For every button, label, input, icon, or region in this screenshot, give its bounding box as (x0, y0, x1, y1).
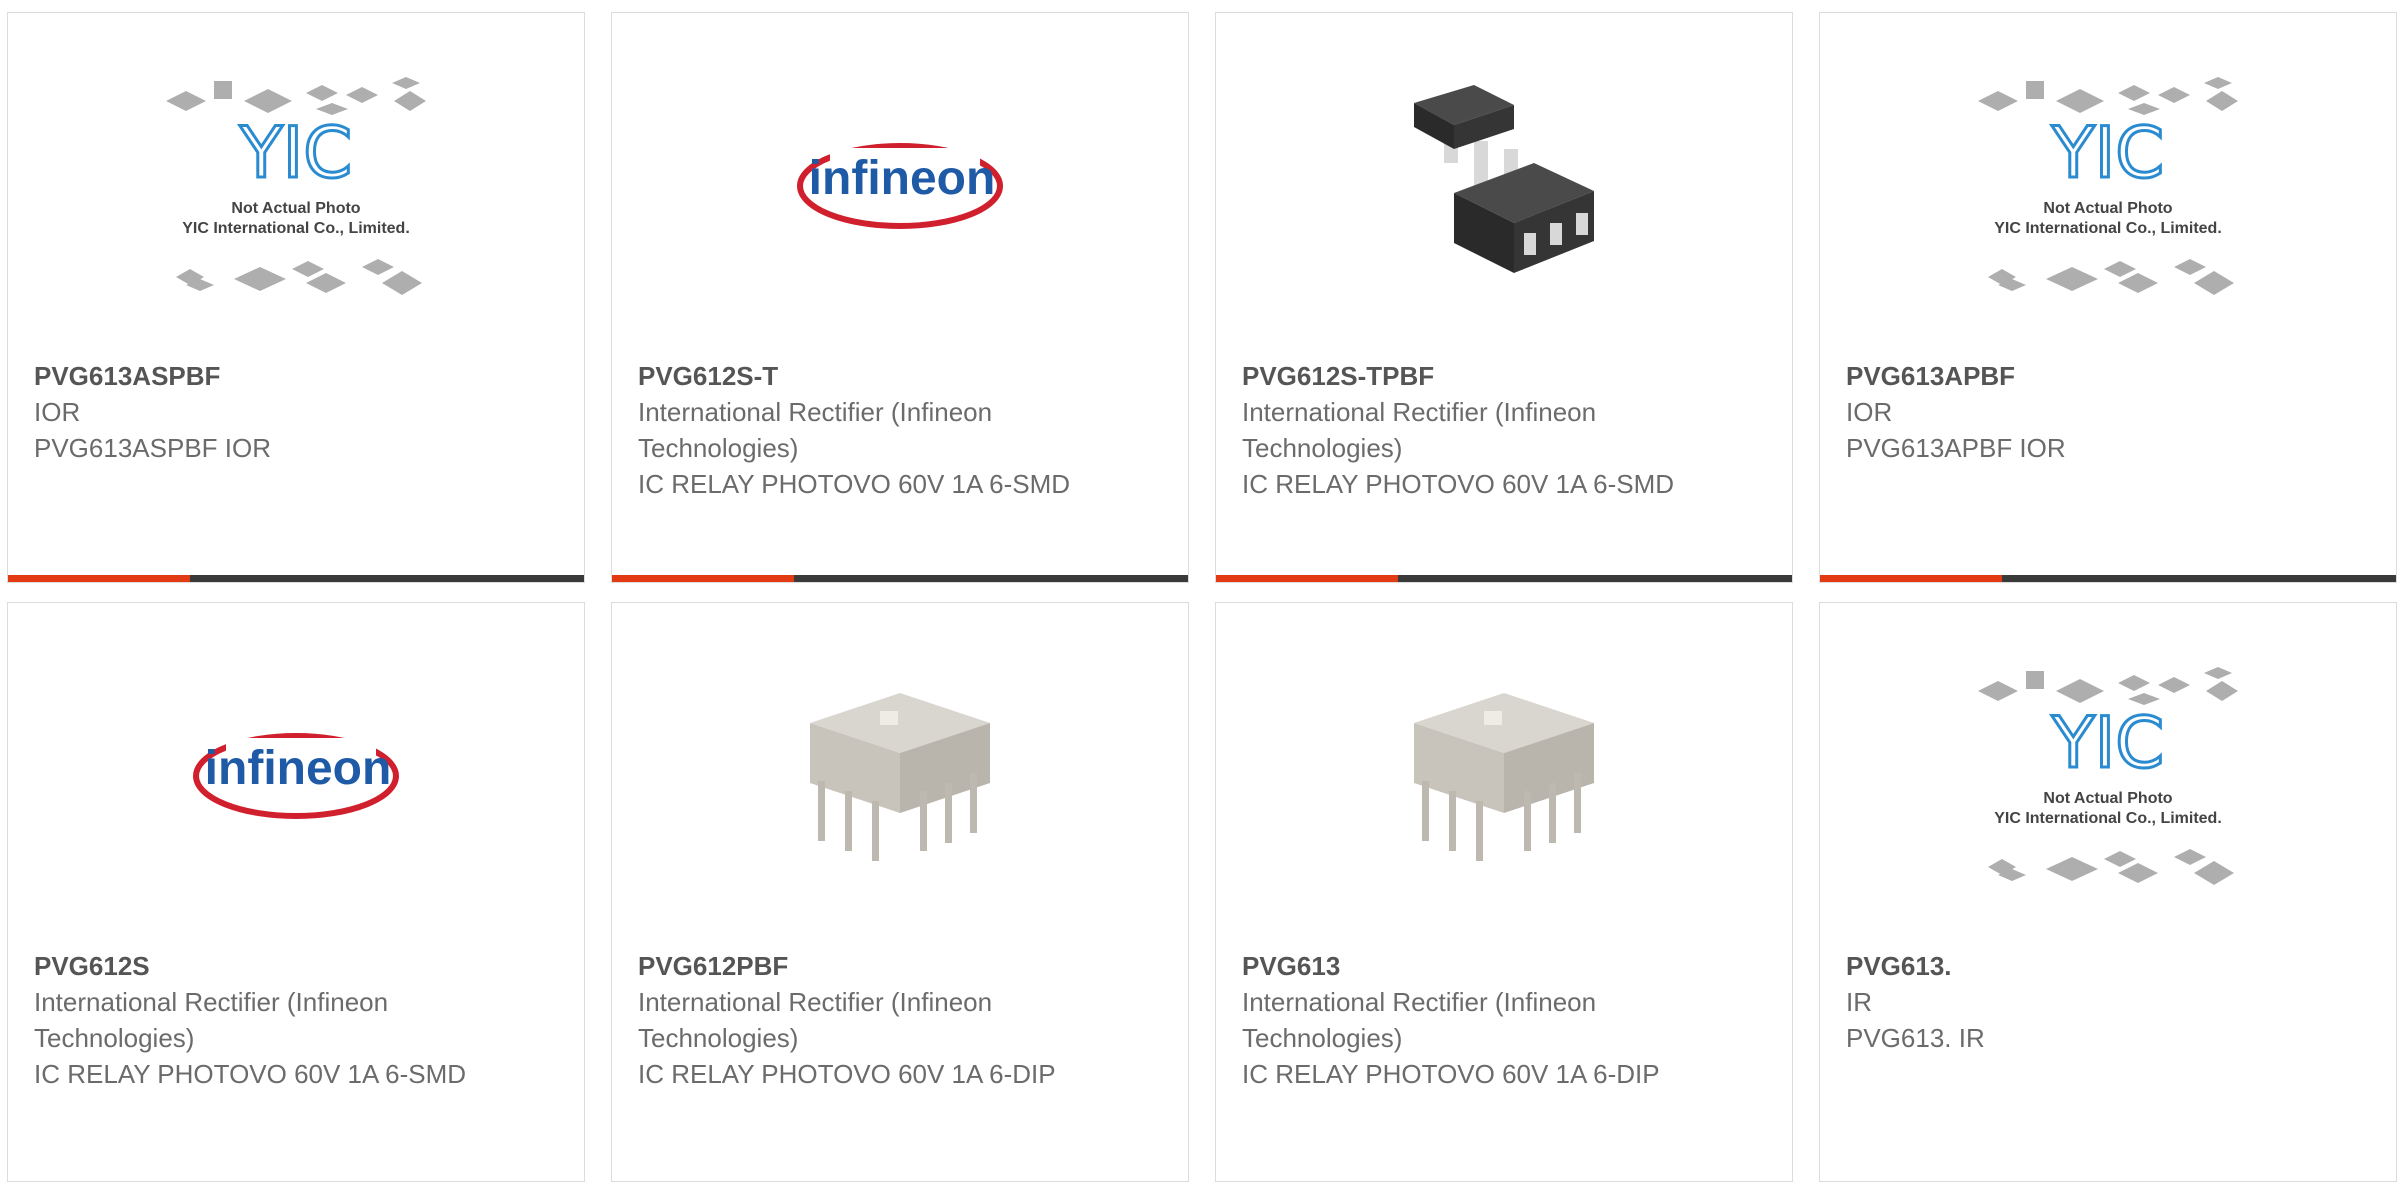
svg-text:Not Actual Photo: Not Actual Photo (2043, 790, 2172, 807)
manufacturer: International Rectifier (Infineon Techno… (1242, 397, 1597, 463)
dip-chip-image (1414, 693, 1594, 861)
part-number[interactable]: PVG613. (1846, 948, 2286, 984)
infineon-logo-image: infineon (193, 733, 399, 819)
manufacturer: International Rectifier (Infineon Techno… (1242, 987, 1597, 1053)
svg-text:Not Actual Photo: Not Actual Photo (231, 200, 360, 217)
part-number[interactable]: PVG613 (1242, 948, 1682, 984)
description: PVG613. IR (1846, 1023, 1985, 1053)
svg-text:infineon: infineon (205, 742, 392, 795)
description: IC RELAY PHOTOVO 60V 1A 6-SMD (1242, 469, 1675, 499)
description: PVG613ASPBF IOR (34, 433, 271, 463)
manufacturer: IR (1846, 987, 1872, 1017)
description: PVG613APBF IOR (1846, 433, 2066, 463)
part-number[interactable]: PVG612S (34, 948, 474, 984)
card-bottom-bar (1820, 575, 2396, 582)
product-card[interactable]: YIC Not Actual Photo YIC International C… (1819, 12, 2397, 583)
product-image[interactable]: infineon (8, 603, 584, 943)
yic-placeholder-image: YIC Not Actual Photo YIC International C… (1978, 77, 2238, 295)
product-card[interactable]: infineon PVG612S International Rectifier… (7, 602, 585, 1182)
yic-placeholder-image: YIC Not Actual Photo YIC International C… (1978, 667, 2238, 885)
product-image[interactable]: YIC Not Actual Photo YIC International C… (1820, 13, 2396, 353)
svg-text:YIC: YIC (2051, 702, 2164, 784)
svg-text:YIC International Co., Limited: YIC International Co., Limited. (1994, 220, 2222, 237)
part-number[interactable]: PVG613ASPBF (34, 358, 474, 394)
manufacturer: International Rectifier (Infineon Techno… (638, 397, 993, 463)
yic-placeholder-image: YIC Not Actual Photo YIC International C… (166, 77, 426, 295)
manufacturer: IOR (1846, 397, 1893, 427)
product-card[interactable]: YIC Not Actual Photo YIC International C… (1819, 602, 2397, 1182)
dip-chip-image (810, 693, 990, 861)
product-image[interactable]: YIC Not Actual Photo YIC International C… (8, 13, 584, 353)
product-card[interactable]: YIC Not Actual Photo YIC International C… (7, 12, 585, 583)
product-image[interactable] (1216, 603, 1792, 943)
description: IC RELAY PHOTOVO 60V 1A 6-SMD (638, 469, 1071, 499)
product-image[interactable]: YIC Not Actual Photo YIC International C… (1820, 603, 2396, 943)
manufacturer: International Rectifier (Infineon Techno… (34, 987, 389, 1053)
svg-text:infineon: infineon (809, 152, 996, 205)
description: IC RELAY PHOTOVO 60V 1A 6-SMD (34, 1059, 467, 1089)
infineon-logo-image: infineon (797, 143, 1003, 229)
card-bottom-bar (612, 575, 1188, 582)
svg-text:YIC: YIC (239, 112, 352, 194)
product-image[interactable] (1216, 13, 1792, 353)
product-card[interactable]: PVG612PBF International Rectifier (Infin… (611, 602, 1189, 1182)
part-number[interactable]: PVG613APBF (1846, 358, 2286, 394)
svg-text:YIC International Co., Limited: YIC International Co., Limited. (1994, 810, 2222, 827)
accent-bar (8, 575, 190, 582)
description: IC RELAY PHOTOVO 60V 1A 6-DIP (638, 1059, 1056, 1089)
product-card[interactable]: PVG613 International Rectifier (Infineon… (1215, 602, 1793, 1182)
accent-bar (612, 575, 794, 582)
card-bottom-bar (8, 575, 584, 582)
smd-chip-image (1414, 85, 1594, 273)
accent-bar (1216, 575, 1398, 582)
card-bottom-bar (1216, 575, 1792, 582)
description: IC RELAY PHOTOVO 60V 1A 6-DIP (1242, 1059, 1660, 1089)
product-card[interactable]: PVG612S-TPBF International Rectifier (In… (1215, 12, 1793, 583)
product-card[interactable]: infineon PVG612S-T International Rectifi… (611, 12, 1189, 583)
product-image[interactable] (612, 603, 1188, 943)
manufacturer: IOR (34, 397, 81, 427)
product-image[interactable]: infineon (612, 13, 1188, 353)
part-number[interactable]: PVG612S-TPBF (1242, 358, 1682, 394)
part-number[interactable]: PVG612PBF (638, 948, 1078, 984)
svg-text:YIC International Co., Limited: YIC International Co., Limited. (182, 220, 410, 237)
accent-bar (1820, 575, 2002, 582)
svg-text:Not Actual Photo: Not Actual Photo (2043, 200, 2172, 217)
part-number[interactable]: PVG612S-T (638, 358, 1078, 394)
svg-text:YIC: YIC (2051, 112, 2164, 194)
manufacturer: International Rectifier (Infineon Techno… (638, 987, 993, 1053)
